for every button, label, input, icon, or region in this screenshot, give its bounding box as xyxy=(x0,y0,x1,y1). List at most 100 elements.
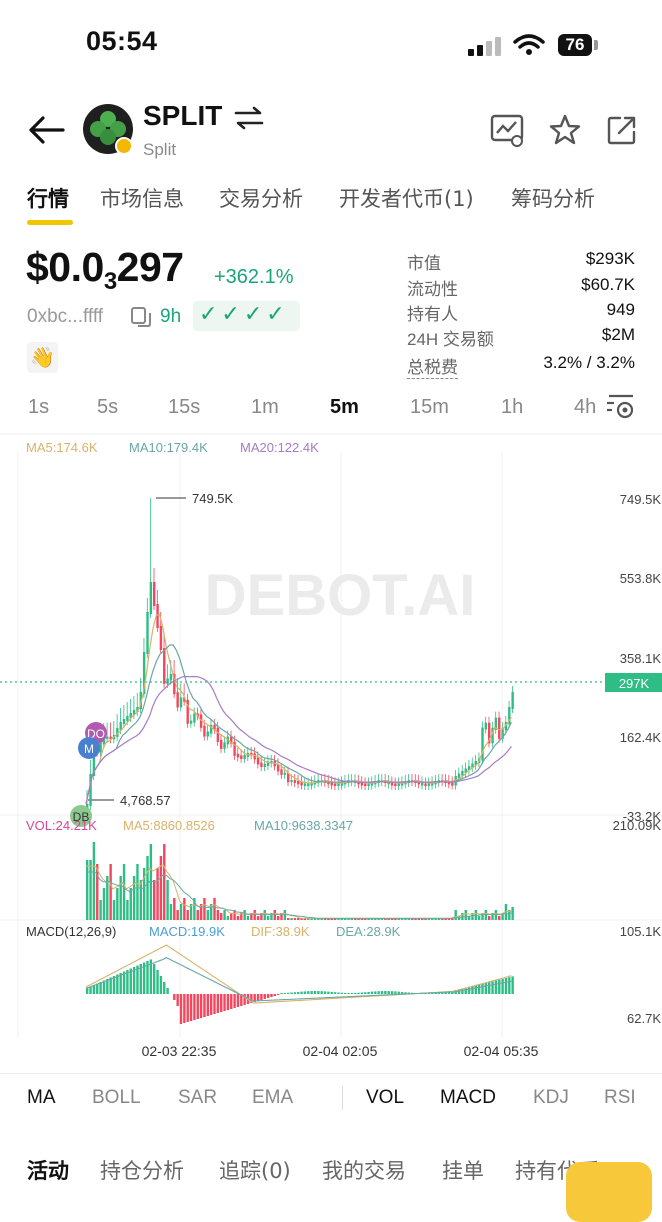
tab-market-info[interactable]: 市场信息 xyxy=(100,183,184,213)
interval-5s[interactable]: 5s xyxy=(97,396,118,419)
volume-bar xyxy=(139,880,142,920)
volume-bar xyxy=(92,842,96,920)
macd-histogram-bar xyxy=(347,992,350,994)
legend-ma10: MA10:179.4K xyxy=(129,440,208,455)
battery-indicator: 76 xyxy=(558,34,592,56)
interval-15m[interactable]: 15m xyxy=(410,396,449,419)
macd-histogram-bar xyxy=(394,991,397,994)
tab-market[interactable]: 行情 xyxy=(27,183,69,213)
volume-bar xyxy=(173,898,176,920)
tab-orders[interactable]: 挂单 xyxy=(442,1155,484,1185)
interval-5m[interactable]: 5m xyxy=(330,396,359,419)
macd-histogram-bar xyxy=(488,982,491,994)
volume-bar xyxy=(146,856,149,920)
security-checks[interactable]: ✓✓✓✓ xyxy=(193,301,300,331)
price-change: +362.1% xyxy=(214,266,294,288)
macd-histogram-bar xyxy=(340,992,343,994)
floating-action-button[interactable] xyxy=(566,1162,652,1222)
macd-histogram-bar xyxy=(287,992,290,994)
indicator-boll[interactable]: BOLL xyxy=(92,1087,141,1109)
divider xyxy=(0,1073,662,1074)
chart-settings-icon[interactable] xyxy=(605,393,637,423)
macd-histogram-bar xyxy=(380,991,384,994)
macd-axis-label: 62.7K xyxy=(627,1011,661,1026)
macd-histogram-bar xyxy=(300,991,303,994)
volume-bar xyxy=(488,916,491,920)
candle-body xyxy=(169,674,173,681)
wave-hand-icon[interactable]: 👋 xyxy=(27,342,58,373)
macd-histogram-bar xyxy=(213,994,216,1014)
tab-my-trades[interactable]: 我的交易 xyxy=(322,1155,406,1185)
macd-histogram-bar xyxy=(273,994,276,996)
macd-histogram-bar xyxy=(203,994,206,1017)
macd-histogram-bar xyxy=(337,992,340,994)
share-icon[interactable] xyxy=(606,114,638,146)
indicator-macd[interactable]: MACD xyxy=(440,1087,496,1109)
macd-histogram-bar xyxy=(317,991,320,994)
volume-bar xyxy=(136,864,139,920)
macd-histogram-bar xyxy=(89,986,92,994)
candle-body xyxy=(297,780,300,785)
interval-4h[interactable]: 4h xyxy=(574,396,596,419)
interval-1m[interactable]: 1m xyxy=(251,396,279,419)
macd-histogram-bar xyxy=(183,994,186,1023)
candle-body xyxy=(511,692,514,709)
stat-label-tax[interactable]: 总税费 xyxy=(407,353,458,379)
macd-histogram-bar xyxy=(199,994,203,1018)
candle-body xyxy=(457,773,461,778)
macd-histogram-bar xyxy=(283,992,287,994)
interval-15s[interactable]: 15s xyxy=(168,396,200,419)
price-chart[interactable]: DEBOT.AI MA5:174.6K MA10:179.4K MA20:122… xyxy=(0,432,662,1072)
indicator-rsi[interactable]: RSI xyxy=(604,1087,636,1109)
tab-activity[interactable]: 活动 xyxy=(27,1155,69,1185)
watermark: DEBOT.AI xyxy=(205,563,476,628)
macd-histogram-bar xyxy=(280,992,283,994)
indicator-sar[interactable]: SAR xyxy=(178,1087,217,1109)
interval-1s[interactable]: 1s xyxy=(28,396,49,419)
candle-body xyxy=(243,755,246,759)
candle-body xyxy=(240,755,243,759)
volume-bar xyxy=(116,888,119,920)
candle-body xyxy=(236,753,240,758)
volume-bar xyxy=(477,916,481,920)
interval-1h[interactable]: 1h xyxy=(501,396,523,419)
tab-dev-tokens[interactable]: 开发者代币(1) xyxy=(339,183,474,213)
stat-value-volume: $2M xyxy=(601,325,635,344)
back-arrow-icon[interactable] xyxy=(27,114,65,146)
candle-body xyxy=(427,783,431,786)
macd-histogram-bar xyxy=(494,980,498,994)
candle-body xyxy=(484,722,488,730)
macd-histogram-bar xyxy=(159,976,163,994)
tab-trade-analysis[interactable]: 交易分析 xyxy=(219,183,303,213)
indicator-ema[interactable]: EMA xyxy=(252,1087,293,1109)
candle-body xyxy=(303,783,307,786)
macd-histogram-bar xyxy=(307,991,310,994)
volume-bar xyxy=(263,910,266,920)
tab-tracking[interactable]: 追踪(0) xyxy=(219,1155,291,1185)
volume-bar xyxy=(290,918,293,920)
indicator-ma[interactable]: MA xyxy=(27,1087,56,1109)
macd-histogram-bar xyxy=(471,986,474,994)
chart-watch-icon[interactable] xyxy=(490,114,526,148)
swap-icon[interactable] xyxy=(234,106,264,130)
macd-histogram-bar xyxy=(387,991,390,994)
star-icon[interactable] xyxy=(549,114,581,146)
volume-bar xyxy=(129,888,132,920)
macd-histogram-bar xyxy=(364,992,367,994)
stat-value-holders: 949 xyxy=(606,300,635,319)
volume-bar xyxy=(119,876,122,920)
volume-bar xyxy=(511,907,514,920)
copy-icon[interactable] xyxy=(130,306,152,328)
tab-holdings-analysis[interactable]: 持仓分析 xyxy=(100,1155,184,1185)
indicator-kdj[interactable]: KDJ xyxy=(533,1087,569,1109)
token-price: $0.03297 xyxy=(26,244,184,295)
indicator-vol[interactable]: VOL xyxy=(366,1087,404,1109)
macd-legend-name: MACD(12,26,9) xyxy=(26,924,116,939)
candle-body xyxy=(263,763,266,768)
tab-chip-analysis[interactable]: 筹码分析 xyxy=(511,183,595,213)
volume-bar xyxy=(196,910,199,920)
macd-histogram-bar xyxy=(163,982,166,994)
macd-histogram-bar xyxy=(176,994,179,1006)
macd-histogram-bar xyxy=(266,994,270,998)
candle-body xyxy=(179,697,183,708)
